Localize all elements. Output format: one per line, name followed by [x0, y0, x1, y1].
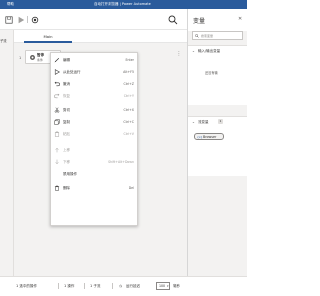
menu-item-shortcut: Ctrl+Z: [123, 82, 134, 86]
actions-count: 1 操作: [64, 284, 75, 288]
subflows-label[interactable]: 子流: [0, 38, 7, 43]
menu-item-label: 撤消: [63, 82, 70, 86]
run-icon[interactable]: [17, 16, 25, 24]
play-icon: [54, 69, 60, 75]
menu-item-label: 从此处运行: [63, 70, 81, 74]
menu-item-label: 恢复: [63, 94, 70, 98]
toolbar-divider: [27, 16, 28, 23]
variables-header: 变量 ✕: [188, 9, 247, 31]
context-menu: 编辑 Enter 从此处运行 Alt+F5 撤消 Ctrl+Z 恢复 Ctrl+…: [50, 52, 138, 226]
run-delay-label: 运行延迟: [126, 284, 140, 288]
menu-item-label: 复制: [63, 120, 70, 124]
flow-variables-section: ⌄ 流变量 1 {x} Browser: [188, 116, 247, 176]
copy-icon: [54, 119, 60, 125]
menu-item-run-from-here[interactable]: 从此处运行 Alt+F5: [51, 67, 139, 77]
variables-search-input[interactable]: 搜索变量: [192, 31, 243, 40]
window-title: 自动打开浏览器 | Power Automate: [94, 2, 151, 6]
variables-pane: 变量 ✕ 搜索变量 ⌄ 输入/输出变量 还没有输 ⌄ 流变量 1 {x} Bro…: [188, 9, 247, 276]
selected-actions-count: 1 选中的操作: [16, 284, 37, 288]
menu-item-shortcut: Alt+F5: [123, 70, 134, 74]
pencil-icon: [54, 57, 60, 63]
menu-item-label: 剪切: [63, 108, 70, 112]
menu-item-shortcut: Ctrl+C: [123, 120, 134, 124]
menu-item-paste[interactable]: 粘贴 Ctrl+V: [51, 129, 139, 139]
tab-main[interactable]: Main: [24, 30, 72, 43]
run-delay-input[interactable]: 100 ▾: [156, 282, 170, 290]
menu-item-delete[interactable]: 删除 Del: [51, 183, 139, 193]
menu-item-label: 删除: [63, 186, 70, 190]
menu-item-label: 下移: [63, 160, 70, 164]
arrow-up-icon: [54, 147, 60, 153]
menu-item-label: 上移: [63, 148, 70, 152]
menu-item-disable-action[interactable]: 禁用操作: [51, 169, 139, 179]
menu-item-copy[interactable]: 复制 Ctrl+C: [51, 117, 139, 127]
run-delay-value: 100: [159, 284, 166, 288]
flow-variables-count-badge: 1: [218, 119, 223, 124]
menu-item-cut[interactable]: 剪切 Ctrl+X: [51, 105, 139, 115]
more-options-icon[interactable]: ⋮: [176, 52, 182, 61]
paste-icon: [54, 131, 60, 137]
io-variables-label[interactable]: 输入/输出变量: [198, 49, 220, 54]
line-number: 1: [19, 56, 22, 60]
subflows-count: 1 子流: [90, 284, 101, 288]
undo-icon: [54, 81, 60, 87]
status-bar: 1 选中的操作 1 操作 1 子流 ◷ 运行延迟 100 ▾ 毫秒: [0, 276, 247, 296]
subflows-panel: 子流: [0, 30, 14, 276]
help-menu[interactable]: 帮助: [7, 2, 14, 7]
trash-icon: [54, 185, 60, 191]
arrow-down-icon: [54, 159, 60, 165]
variable-name: Browser: [203, 135, 217, 139]
menu-item-shortcut: Ctrl+X: [123, 108, 134, 112]
menu-item-shortcut: Enter: [125, 58, 134, 62]
search-icon: [195, 34, 199, 38]
menu-item-shortcut: Shift+Alt+Down: [108, 160, 134, 164]
menu-item-move-down[interactable]: 下移 Shift+Alt+Down: [51, 157, 139, 167]
title-bar: 帮助 自动打开浏览器 | Power Automate: [0, 0, 247, 9]
search-icon[interactable]: [168, 15, 178, 25]
gear-icon: [29, 54, 36, 61]
status-divider: [84, 283, 85, 289]
variable-chip[interactable]: {x} Browser: [194, 133, 224, 140]
search-placeholder: 搜索变量: [201, 34, 214, 38]
stop-icon[interactable]: [31, 16, 39, 24]
status-divider: [112, 283, 113, 289]
menu-item-shortcut: Del: [128, 186, 134, 190]
scissors-icon: [54, 107, 60, 113]
menu-item-label: 禁用操作: [63, 172, 77, 176]
clock-icon: ◷: [119, 284, 123, 288]
flow-variables-label[interactable]: 流变量: [198, 120, 209, 125]
close-icon[interactable]: ✕: [238, 16, 242, 22]
menu-item-label: 粘贴: [63, 132, 70, 136]
action-subtitle: 条件: [37, 58, 44, 62]
menu-item-edit[interactable]: 编辑 Enter: [51, 55, 139, 65]
run-delay-unit: 毫秒: [173, 284, 180, 288]
chevron-down-icon[interactable]: ⌄: [192, 120, 195, 124]
save-icon[interactable]: [5, 16, 13, 24]
chevron-down-icon: ▾: [167, 284, 169, 288]
menu-item-move-up[interactable]: 上移: [51, 145, 139, 155]
menu-item-undo[interactable]: 撤消 Ctrl+Z: [51, 79, 139, 89]
redo-icon: [54, 93, 60, 99]
designer-toolbar: [0, 9, 188, 30]
menu-item-shortcut: Ctrl+Y: [123, 94, 134, 98]
io-variables-empty-text: 还没有输: [205, 71, 218, 75]
flow-tabs: Main: [14, 30, 187, 43]
chevron-down-icon[interactable]: ⌄: [192, 49, 195, 53]
io-variables-section: ⌄ 输入/输出变量 还没有输: [188, 45, 247, 105]
menu-item-redo[interactable]: 恢复 Ctrl+Y: [51, 91, 139, 101]
variables-title: 变量: [193, 18, 206, 25]
variable-icon: {x}: [197, 135, 203, 139]
status-divider: [58, 283, 59, 289]
menu-item-shortcut: Ctrl+V: [123, 132, 134, 136]
menu-item-label: 编辑: [63, 58, 70, 62]
